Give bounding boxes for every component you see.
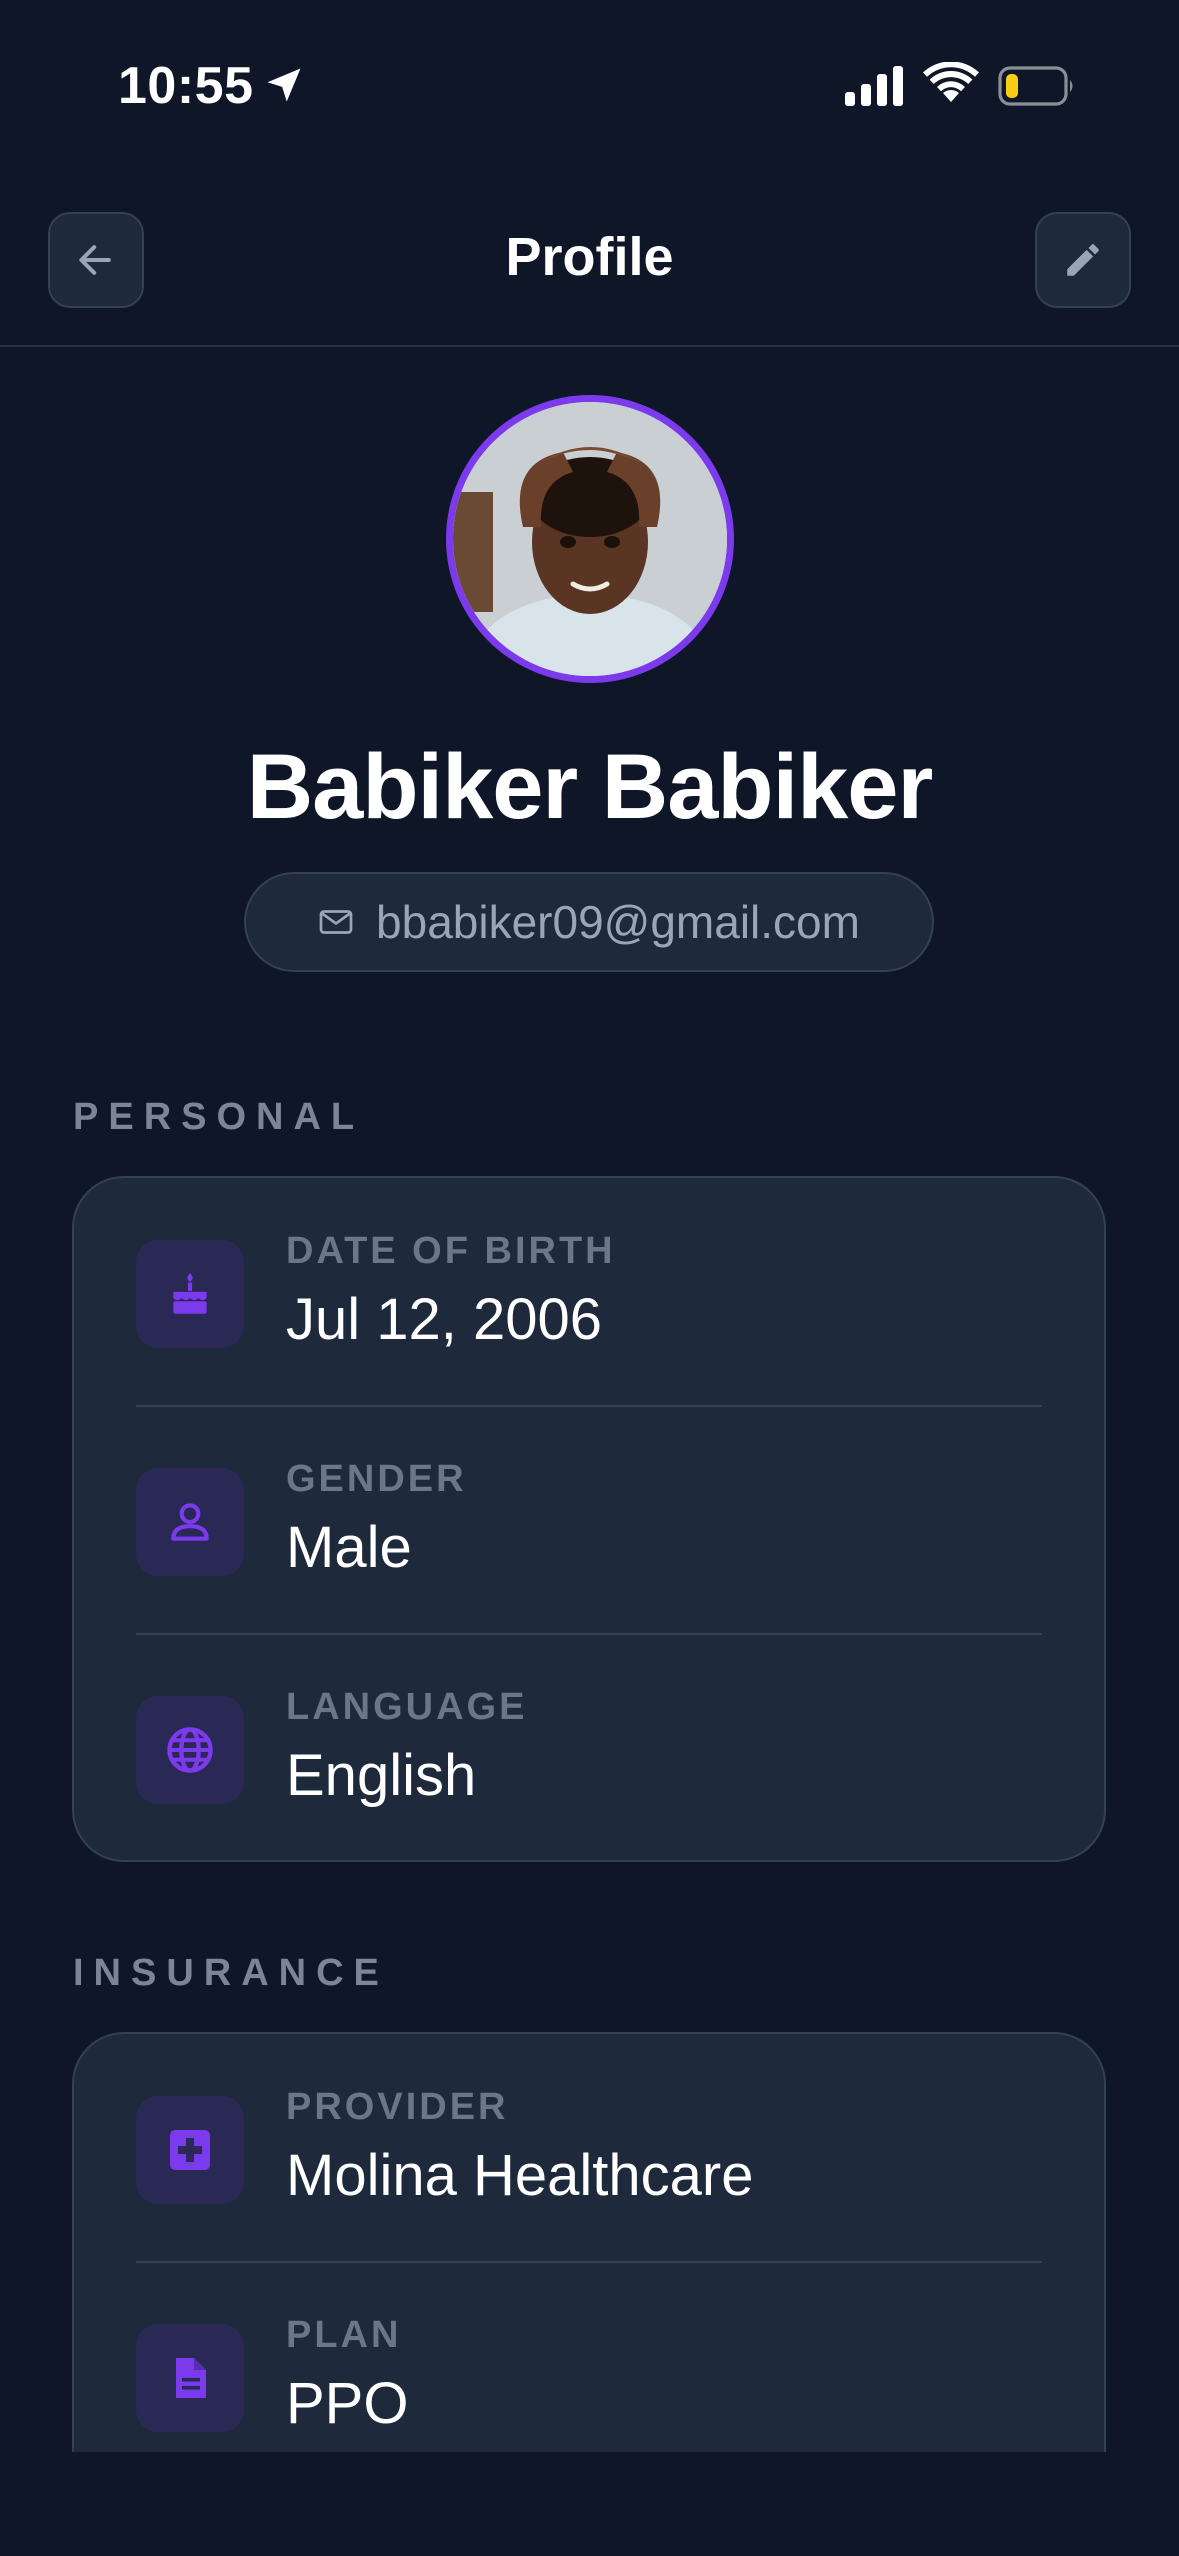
row-icon-container <box>136 1696 244 1804</box>
row-icon-container <box>136 2096 244 2204</box>
wifi-icon <box>923 62 979 102</box>
battery-icon <box>998 66 1073 106</box>
info-row-language[interactable]: LANGUAGE English <box>74 1634 1104 1862</box>
document-icon <box>176 2358 206 2398</box>
edit-profile-button[interactable] <box>1035 212 1131 308</box>
user-name: Babiker Babiker <box>246 736 934 838</box>
personal-card: DATE OF BIRTH Jul 12, 2006 GENDER Male L… <box>72 1176 1106 1862</box>
info-row-provider[interactable]: PROVIDER Molina Healthcare <box>74 2034 1104 2262</box>
pencil-icon <box>1067 244 1099 276</box>
row-label: LANGUAGE <box>286 1686 528 1728</box>
row-value: Molina Healthcare <box>286 2143 754 2208</box>
globe-icon <box>167 1727 213 1773</box>
person-icon <box>171 1503 209 1541</box>
profile-photo <box>453 402 727 676</box>
row-label: PLAN <box>286 2314 402 2356</box>
cake-icon <box>173 1273 207 1314</box>
row-icon-container <box>136 1468 244 1576</box>
page-title: Profile <box>505 227 674 287</box>
email-text: bbabiker09@gmail.com <box>376 896 860 948</box>
section-label-insurance: INSURANCE <box>73 1952 389 1994</box>
cellular-signal-icon <box>845 66 903 106</box>
row-label: PROVIDER <box>286 2086 509 2128</box>
section-label-personal: PERSONAL <box>73 1096 365 1138</box>
email-chip[interactable]: bbabiker09@gmail.com <box>244 872 934 972</box>
medical-cross-icon <box>170 2130 210 2170</box>
row-label: GENDER <box>286 1458 467 1500</box>
row-icon-container <box>136 2324 244 2432</box>
mail-icon <box>319 910 353 934</box>
insurance-card: PROVIDER Molina Healthcare PLAN PPO <box>72 2032 1106 2452</box>
avatar[interactable] <box>446 395 734 683</box>
row-value: PPO <box>286 2371 409 2436</box>
location-arrow-icon <box>267 68 301 102</box>
row-icon-container <box>136 1240 244 1348</box>
info-row-gender[interactable]: GENDER Male <box>74 1406 1104 1634</box>
status-bar: 10:55 <box>0 0 1179 175</box>
status-time: 10:55 <box>118 57 254 115</box>
row-label: DATE OF BIRTH <box>286 1230 616 1272</box>
header-divider <box>0 345 1179 347</box>
info-row-plan[interactable]: PLAN PPO <box>74 2262 1104 2452</box>
info-row-date-of-birth[interactable]: DATE OF BIRTH Jul 12, 2006 <box>74 1178 1104 1406</box>
profile-screen: 10:55 Profile Babiker Babiker bbabiker09… <box>0 0 1179 2556</box>
row-value: English <box>286 1743 477 1808</box>
row-value: Male <box>286 1515 412 1580</box>
row-value: Jul 12, 2006 <box>286 1287 603 1352</box>
